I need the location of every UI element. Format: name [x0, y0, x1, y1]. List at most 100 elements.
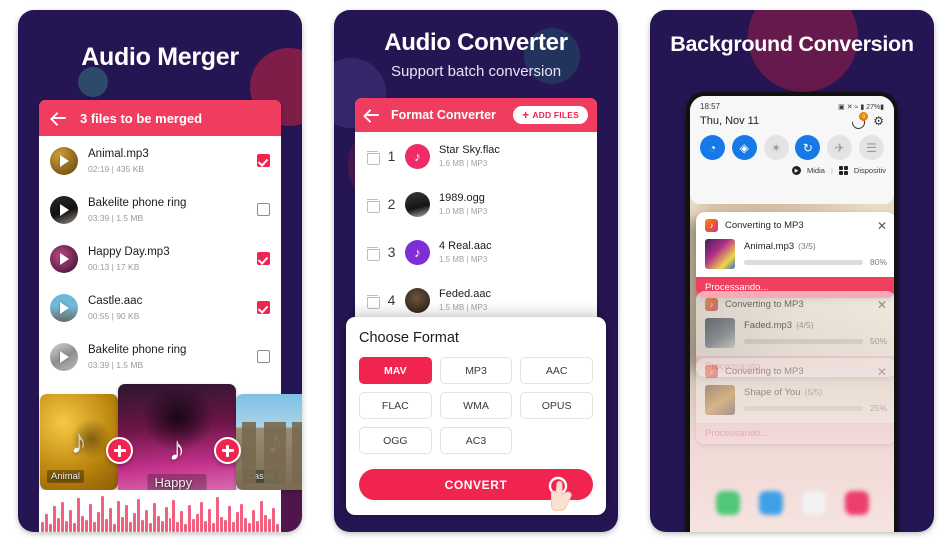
file-meta: Animal.mp3 02:19 | 435 KB: [88, 147, 247, 174]
dock-app-icon[interactable]: [844, 491, 869, 515]
waveform-bar: [192, 519, 196, 532]
waveform-bar: [164, 507, 168, 532]
power-icon[interactable]: 0: [852, 112, 869, 127]
progress-track: [744, 259, 863, 265]
checkbox-checked[interactable]: [257, 252, 270, 265]
toggle-sync[interactable]: ↻: [795, 135, 821, 160]
notification-filename: Shape of You (5/5): [744, 387, 887, 398]
app-icon: ♪: [705, 365, 718, 378]
format-option-ac3[interactable]: AC3: [439, 427, 513, 454]
track-tile[interactable]: ♪ Animal: [40, 394, 118, 490]
file-subtitle: 03:39 | 1.5 MB: [88, 213, 144, 223]
album-art: [405, 191, 430, 217]
file-name: Feded.aac: [439, 288, 491, 300]
list-item[interactable]: Happy Day.mp3 00:13 | 17 KB: [39, 234, 281, 283]
format-option-opus[interactable]: OPUS: [520, 392, 593, 419]
checkbox-checked[interactable]: [257, 154, 270, 167]
notification-meta: Shape of You (5/5) 25%: [744, 387, 887, 413]
add-track-button[interactable]: [214, 437, 241, 464]
format-option-wma[interactable]: WMA: [439, 392, 513, 419]
toggle-airplane[interactable]: ✈: [827, 135, 853, 160]
list-item[interactable]: 3 ♪ 4 Real.aac 1.5 MB | MP3: [355, 228, 597, 276]
waveform-bar: [60, 502, 64, 532]
notification-card[interactable]: ♪ Converting to MP3 ✕ Animal.mp3 (3/5) 8…: [696, 212, 894, 298]
close-icon[interactable]: ✕: [877, 220, 887, 232]
page-title: Audio Merger: [81, 43, 239, 71]
waveform-bar: [200, 502, 204, 532]
checkbox-unchecked[interactable]: [257, 350, 270, 363]
add-files-button[interactable]: + ADD FILES: [513, 106, 588, 124]
waveform-bar: [224, 520, 228, 532]
filename-text: Faded.mp3: [744, 320, 793, 331]
play-thumbnail-icon[interactable]: [50, 293, 78, 322]
waveform-bar: [236, 512, 240, 532]
row-index: 4: [387, 292, 396, 308]
waveform-bar: [44, 514, 48, 532]
page-title: Background Conversion: [670, 32, 914, 56]
format-option-mp3[interactable]: MP3: [439, 357, 513, 384]
converter-appbar: Format Converter + ADD FILES: [355, 98, 597, 132]
play-thumbnail-icon[interactable]: [50, 195, 78, 224]
list-item[interactable]: Bakelite phone ring 03:39 | 1.5 MB: [39, 332, 281, 381]
music-note-icon: ♪: [168, 430, 186, 468]
trash-icon[interactable]: [367, 294, 380, 309]
list-item[interactable]: Animal.mp3 02:19 | 435 KB: [39, 136, 281, 185]
format-grid: MAV MP3 AAC FLAC WMA OPUS OGG AC3: [359, 357, 593, 454]
notification-body: Animal.mp3 (3/5) 80%: [696, 236, 894, 277]
panel-background-conversion: Background Conversion 18:57 ▣ ✕ ≈ ▮ 27%▮: [650, 10, 934, 532]
toggle-flashlight[interactable]: ☰: [858, 135, 884, 160]
trash-icon[interactable]: [367, 150, 380, 165]
track-tile[interactable]: ♪ Castel: [236, 394, 302, 490]
add-track-button[interactable]: [106, 437, 133, 464]
close-icon[interactable]: ✕: [877, 299, 887, 311]
format-option-flac[interactable]: FLAC: [359, 392, 432, 419]
list-item[interactable]: 2 1989.ogg 1.0 MB | MP3: [355, 180, 597, 228]
waveform-bar: [120, 517, 124, 532]
format-option-ogg[interactable]: OGG: [359, 427, 432, 454]
convert-button[interactable]: CONVERT: [359, 469, 593, 511]
file-subtitle: 1.0 MB | MP3: [439, 207, 488, 216]
row-index: 2: [387, 196, 396, 212]
dock-app-icon[interactable]: [715, 491, 740, 515]
waveform-bar: [80, 516, 84, 532]
notification-card[interactable]: ♪ Converting to MP3 ✕ Shape of You(5/5): [696, 358, 894, 444]
album-art: ♪: [405, 143, 430, 169]
format-option-mav[interactable]: MAV: [359, 357, 432, 384]
checkbox-checked[interactable]: [257, 301, 270, 314]
notification-title: Converting to MP3: [725, 220, 804, 231]
waveform-bar: [112, 524, 116, 532]
checkbox-unchecked[interactable]: [257, 203, 270, 216]
devices-label[interactable]: Dispositiv: [854, 166, 886, 175]
list-item[interactable]: 1 ♪ Star Sky.flac 1.6 MB | MP3: [355, 132, 597, 180]
choose-format-dialog: Choose Format MAV MP3 AAC FLAC WMA OPUS …: [346, 317, 606, 515]
trash-icon[interactable]: [367, 246, 380, 261]
dock-app-icon[interactable]: [758, 491, 783, 515]
waveform-visualizer: [39, 490, 281, 532]
back-arrow-icon[interactable]: [51, 110, 67, 126]
trash-icon[interactable]: [367, 198, 380, 213]
progress-count: (5/5): [804, 387, 823, 397]
play-thumbnail-icon[interactable]: [50, 244, 78, 273]
waveform-bar: [41, 522, 44, 532]
play-thumbnail-icon[interactable]: [50, 342, 78, 371]
toggle-mute[interactable]: ◈: [731, 135, 757, 160]
close-icon[interactable]: ✕: [877, 366, 887, 378]
toggle-bluetooth[interactable]: ✶: [763, 135, 789, 160]
file-name: Animal.mp3: [88, 148, 149, 160]
back-arrow-icon[interactable]: [364, 107, 380, 123]
progress-track: [744, 338, 863, 344]
notification-body: Faded.mp3 (4/5) 50%: [696, 315, 894, 356]
converter-appbar-title: Format Converter: [391, 108, 496, 122]
media-label[interactable]: Midia: [807, 166, 825, 175]
list-item[interactable]: Castle.aac 00:55 | 90 KB: [39, 283, 281, 332]
toggle-wifi[interactable]: ◔: [700, 135, 725, 160]
merger-appbar: 3 files to be merged: [39, 100, 281, 136]
list-item[interactable]: Bakelite phone ring 03:39 | 1.5 MB: [39, 185, 281, 234]
format-option-aac[interactable]: AAC: [520, 357, 593, 384]
dock-app-icon[interactable]: [801, 491, 826, 515]
waveform-bar: [144, 510, 148, 532]
play-thumbnail-icon[interactable]: [50, 146, 78, 175]
gear-icon[interactable]: ⚙: [873, 115, 884, 127]
notification-title: Converting to MP3: [725, 366, 804, 377]
filename-text: Shape of You: [744, 387, 801, 398]
